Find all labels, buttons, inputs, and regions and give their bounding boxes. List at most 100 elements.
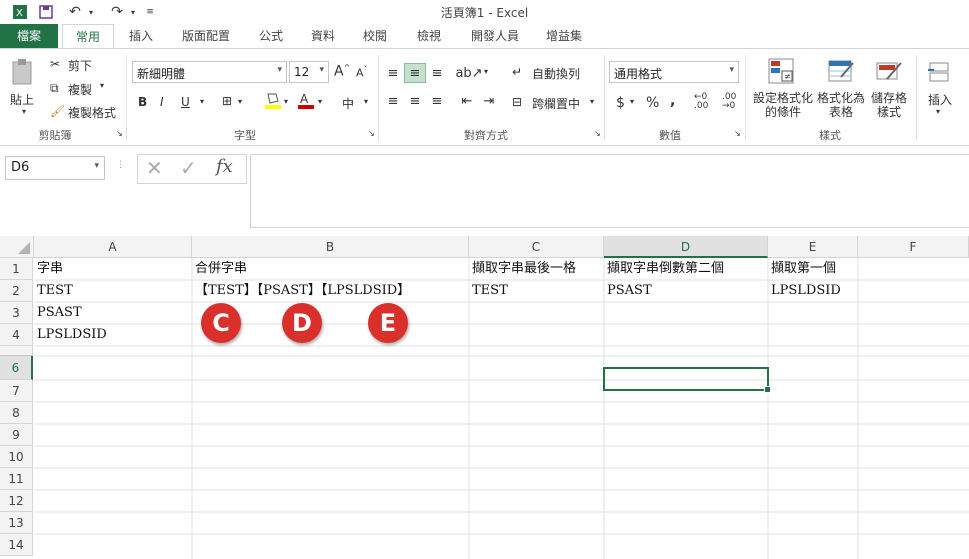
increase-decimal-icon[interactable]: ←0.00 <box>694 93 708 111</box>
tab-addins[interactable]: 增益集 <box>536 24 592 48</box>
border-icon[interactable]: ⊞ <box>222 94 232 108</box>
cell-d1[interactable]: 擷取字串倒數第二個 <box>604 258 724 280</box>
cut-button[interactable]: 剪下 <box>68 57 92 74</box>
cell-e1[interactable]: 擷取第一個 <box>768 258 836 280</box>
underline-icon[interactable]: U <box>181 95 190 109</box>
row-header-2[interactable]: 2 <box>0 280 33 302</box>
conditional-formatting-icon[interactable]: ≠ <box>766 55 796 87</box>
row-header-10[interactable]: 10 <box>0 446 33 468</box>
fill-dropdown-icon[interactable]: ▾ <box>284 97 288 106</box>
select-all-corner[interactable] <box>0 236 34 258</box>
conditional-formatting-button[interactable]: 設定格式化的條件 <box>752 91 814 119</box>
alignment-launcher-icon[interactable]: ↘ <box>594 129 601 138</box>
phonetic-icon[interactable]: 中̆ <box>342 95 354 112</box>
paste-icon[interactable] <box>8 57 36 87</box>
cell-a4[interactable]: LPSLDSID <box>34 324 107 346</box>
formula-input[interactable] <box>250 154 969 228</box>
cell-a1[interactable]: 字串 <box>34 258 63 280</box>
insert-dropdown-icon[interactable]: ▾ <box>936 107 940 116</box>
selected-cell-d6[interactable] <box>603 367 771 393</box>
align-bottom-icon[interactable]: ≡ <box>426 63 448 83</box>
wrap-text-button[interactable]: 自動換列 <box>532 65 580 82</box>
row-header-3[interactable]: 3 <box>0 302 33 324</box>
row-header-9[interactable]: 9 <box>0 424 33 446</box>
comma-icon[interactable]: , <box>670 93 675 109</box>
row-header-4[interactable]: 4 <box>0 324 33 346</box>
tab-formulas[interactable]: 公式 <box>250 24 292 48</box>
paste-dropdown-icon[interactable]: ▾ <box>22 107 26 116</box>
copy-button[interactable]: 複製 <box>68 81 92 98</box>
tab-insert[interactable]: 插入 <box>120 24 162 48</box>
orientation-icon[interactable]: ab↗ <box>455 63 482 83</box>
undo-dropdown-icon[interactable]: ▾ <box>86 3 96 21</box>
align-center-icon[interactable]: ≡ <box>404 91 426 111</box>
percent-icon[interactable]: % <box>646 95 659 111</box>
font-color-dropdown-icon[interactable]: ▾ <box>318 97 322 106</box>
tab-view[interactable]: 檢視 <box>408 24 450 48</box>
font-color-icon[interactable]: A <box>297 91 315 114</box>
cell-a3[interactable]: PSAST <box>34 302 82 324</box>
row-header-5-hidden[interactable] <box>0 346 33 356</box>
row-header-7[interactable]: 7 <box>0 380 33 402</box>
row-header-13[interactable]: 13 <box>0 512 33 534</box>
underline-dropdown-icon[interactable]: ▾ <box>200 97 204 106</box>
align-left-icon[interactable]: ≡ <box>382 91 404 111</box>
align-middle-icon[interactable]: ≡ <box>404 63 426 83</box>
tab-data[interactable]: 資料 <box>302 24 344 48</box>
font-name-select[interactable]: 新細明體 ▾ <box>132 61 287 83</box>
font-launcher-icon[interactable]: ↘ <box>368 129 375 138</box>
decrease-decimal-icon[interactable]: .00 →0 <box>722 93 736 111</box>
cell-d2[interactable]: PSAST <box>604 280 652 302</box>
row-header-8[interactable]: 8 <box>0 402 33 424</box>
undo-icon[interactable]: ↶ <box>64 3 86 21</box>
font-size-select[interactable]: 12 ▾ <box>289 61 329 83</box>
column-header-c[interactable]: C <box>469 236 604 258</box>
format-as-table-button[interactable]: 格式化為表格 <box>814 91 868 119</box>
merge-center-button[interactable]: 跨欄置中 <box>532 95 580 112</box>
format-painter-icon[interactable]: 🖌 <box>50 104 65 118</box>
currency-dropdown-icon[interactable]: ▾ <box>630 97 634 106</box>
format-as-table-icon[interactable] <box>826 55 856 87</box>
number-format-select[interactable]: 通用格式 ▾ <box>609 61 739 83</box>
row-header-12[interactable]: 12 <box>0 490 33 512</box>
bold-icon[interactable]: B <box>138 95 147 109</box>
border-dropdown-icon[interactable]: ▾ <box>238 97 242 106</box>
resize-handle-icon[interactable]: ⋮ <box>116 160 125 170</box>
phonetic-dropdown-icon[interactable]: ▾ <box>364 97 368 106</box>
cell-c2[interactable]: TEST <box>469 280 508 302</box>
number-launcher-icon[interactable]: ↘ <box>734 129 741 138</box>
cell-b2[interactable]: 【TEST】【PSAST】【LPSLDSID】 <box>192 280 410 302</box>
cancel-icon[interactable]: ✕ <box>146 156 163 180</box>
cell-e2[interactable]: LPSLDSID <box>768 280 841 302</box>
tab-home[interactable]: 常用 <box>62 24 114 49</box>
align-right-icon[interactable]: ≡ <box>426 91 448 111</box>
tab-file[interactable]: 檔案 <box>0 24 58 48</box>
fill-color-icon[interactable] <box>264 91 282 114</box>
cut-icon[interactable]: ✂ <box>50 57 60 71</box>
paste-button[interactable]: 貼上 <box>10 91 34 108</box>
tab-developer[interactable]: 開發人員 <box>462 24 528 48</box>
cell-styles-icon[interactable] <box>874 55 904 87</box>
row-header-6[interactable]: 6 <box>0 356 33 380</box>
redo-icon[interactable]: ↷ <box>106 3 128 21</box>
row-header-1[interactable]: 1 <box>0 258 33 280</box>
column-header-f[interactable]: F <box>858 236 969 258</box>
column-header-e[interactable]: E <box>768 236 858 258</box>
cell-styles-button[interactable]: 儲存格樣式 <box>868 91 910 119</box>
customize-toolbar-icon[interactable]: ≡ <box>144 3 156 21</box>
row-header-14[interactable]: 14 <box>0 534 33 556</box>
tab-page-layout[interactable]: 版面配置 <box>172 24 240 48</box>
format-painter-button[interactable]: 複製格式 <box>68 104 116 121</box>
merge-dropdown-icon[interactable]: ▾ <box>590 97 594 106</box>
align-top-icon[interactable]: ≡ <box>382 63 404 83</box>
orientation-dropdown-icon[interactable]: ▾ <box>484 67 488 76</box>
save-icon[interactable] <box>36 3 56 21</box>
cell-b1[interactable]: 合併字串 <box>192 258 247 280</box>
insert-cells-button[interactable]: 插入 <box>928 91 952 108</box>
column-header-b[interactable]: B <box>192 236 469 258</box>
insert-function-icon[interactable]: fx <box>216 156 233 177</box>
clipboard-launcher-icon[interactable]: ↘ <box>116 129 123 138</box>
redo-dropdown-icon[interactable]: ▾ <box>128 3 138 21</box>
copy-dropdown-icon[interactable]: ▾ <box>100 81 104 90</box>
enter-icon[interactable]: ✓ <box>180 156 197 180</box>
